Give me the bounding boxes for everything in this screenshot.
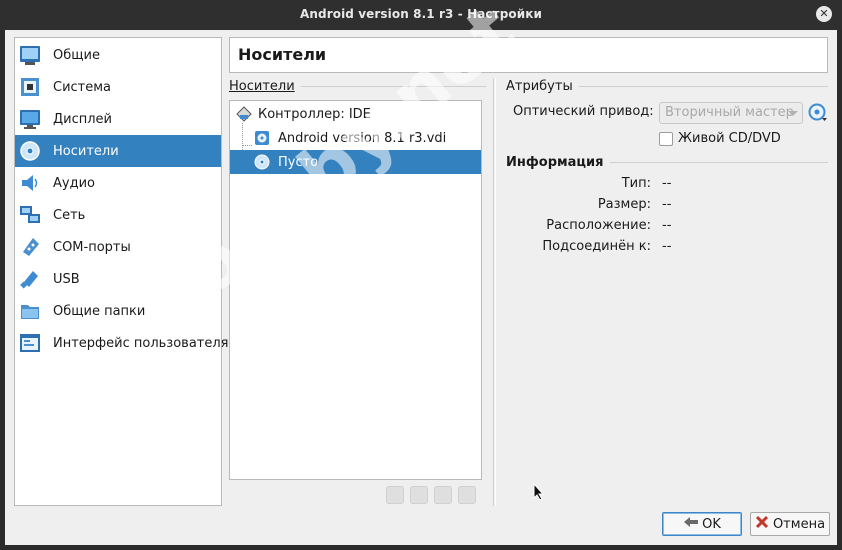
choose-disk-icon[interactable]: [808, 103, 828, 123]
sidebar-item-label: Дисплей: [53, 111, 113, 127]
optical-drive-value: Вторичный мастер: [665, 105, 794, 120]
sidebar-item-label: Интерфейс пользователя: [53, 335, 229, 351]
info-attached-label: Подсоединён к:: [542, 239, 651, 254]
information-group-title: Информация: [506, 155, 828, 170]
ok-label: OK: [702, 516, 721, 532]
sidebar-item-shared-folders[interactable]: Общие папки: [15, 295, 221, 327]
sidebar-item-system[interactable]: Система: [15, 71, 221, 103]
tree-item-empty-optical[interactable]: Пусто: [230, 150, 481, 174]
info-size-label: Размер:: [597, 197, 651, 212]
ok-button[interactable]: OK: [662, 512, 742, 536]
sidebar-item-audio[interactable]: Аудио: [15, 167, 221, 199]
mouse-cursor-icon: [533, 482, 545, 501]
system-icon: [19, 76, 41, 98]
sidebar-item-label: Общие папки: [53, 303, 146, 319]
close-icon[interactable]: ✕: [816, 6, 832, 22]
tree-item-label: Контроллер: IDE: [258, 106, 371, 122]
user-interface-icon: [19, 332, 41, 354]
info-location-label: Расположение:: [546, 218, 651, 233]
window-title: Android version 8.1 r3 - Настройки: [299, 7, 542, 21]
info-size-value: --: [662, 197, 672, 212]
hard-disk-icon: [254, 130, 270, 146]
sidebar-item-serial-ports[interactable]: COM-порты: [15, 231, 221, 263]
sidebar-item-label: COM-порты: [53, 239, 131, 255]
display-icon: [19, 108, 41, 130]
sidebar-item-storage[interactable]: Носители: [15, 135, 221, 167]
sidebar-item-usb[interactable]: USB: [15, 263, 221, 295]
info-type-label: Тип:: [621, 176, 651, 191]
add-controller-icon[interactable]: [386, 486, 404, 504]
cancel-label: Отмена: [772, 516, 826, 532]
page-title-box: Носители: [229, 37, 828, 73]
serial-ports-icon: [19, 236, 41, 258]
ide-controller-icon: [236, 106, 252, 122]
live-cd-label[interactable]: Живой CD/DVD: [678, 131, 781, 146]
tree-item-ide-controller[interactable]: Контроллер: IDE: [230, 102, 481, 126]
sidebar-item-display[interactable]: Дисплей: [15, 103, 221, 135]
sidebar-item-user-interface[interactable]: Интерфейс пользователя: [15, 327, 229, 359]
storage-group-label: Носители: [229, 79, 295, 94]
ok-icon: [683, 515, 699, 533]
optical-disc-icon: [254, 154, 270, 170]
page-title: Носители: [238, 45, 327, 64]
remove-attachment-icon[interactable]: [458, 486, 476, 504]
general-icon: [19, 44, 41, 66]
optical-drive-select[interactable]: Вторичный мастер: [659, 102, 803, 124]
sidebar-item-network[interactable]: Сеть: [15, 199, 221, 231]
tree-item-label: Пусто: [278, 154, 319, 170]
sidebar-item-label: USB: [53, 271, 80, 287]
sidebar-item-label: Аудио: [53, 175, 95, 191]
settings-dialog: Общие Система Дисплей Носители Аудио Сет…: [5, 0, 837, 545]
network-icon: [19, 204, 41, 226]
attributes-group-title: Атрибуты: [506, 79, 828, 94]
storage-icon: [19, 140, 41, 162]
storage-group-title: Носители: [229, 79, 486, 94]
storage-toolbar: [386, 486, 476, 504]
settings-sidebar: Общие Система Дисплей Носители Аудио Сет…: [14, 37, 229, 506]
info-location-value: --: [662, 218, 672, 233]
attributes-group-label: Атрибуты: [506, 79, 573, 94]
info-type-value: --: [662, 176, 672, 191]
information-group-label: Информация: [506, 155, 604, 170]
sidebar-item-label: Сеть: [53, 207, 86, 223]
shared-folders-icon: [19, 300, 41, 322]
storage-tree[interactable]: Контроллер: IDE Android version 8.1 r3.v…: [229, 100, 482, 480]
panel-splitter[interactable]: [493, 78, 496, 506]
info-attached-value: --: [662, 239, 672, 254]
cancel-icon: [755, 515, 769, 533]
optical-drive-label: Оптический привод:: [513, 104, 654, 119]
sidebar-item-label: Система: [53, 79, 112, 95]
sidebar-item-label: Носители: [53, 143, 119, 159]
sidebar-item-label: Общие: [53, 47, 100, 63]
sidebar-item-general[interactable]: Общие: [15, 39, 221, 71]
add-attachment-icon[interactable]: [434, 486, 452, 504]
chevron-down-icon: [788, 111, 798, 116]
cancel-button[interactable]: Отмена: [750, 512, 830, 536]
usb-icon: [19, 268, 41, 290]
live-cd-checkbox[interactable]: [659, 132, 673, 146]
remove-controller-icon[interactable]: [410, 486, 428, 504]
title-bar: Android version 8.1 r3 - Настройки ✕: [0, 0, 842, 30]
audio-icon: [19, 172, 41, 194]
tree-item-hard-disk[interactable]: Android version 8.1 r3.vdi: [230, 126, 481, 150]
tree-item-label: Android version 8.1 r3.vdi: [278, 130, 447, 146]
